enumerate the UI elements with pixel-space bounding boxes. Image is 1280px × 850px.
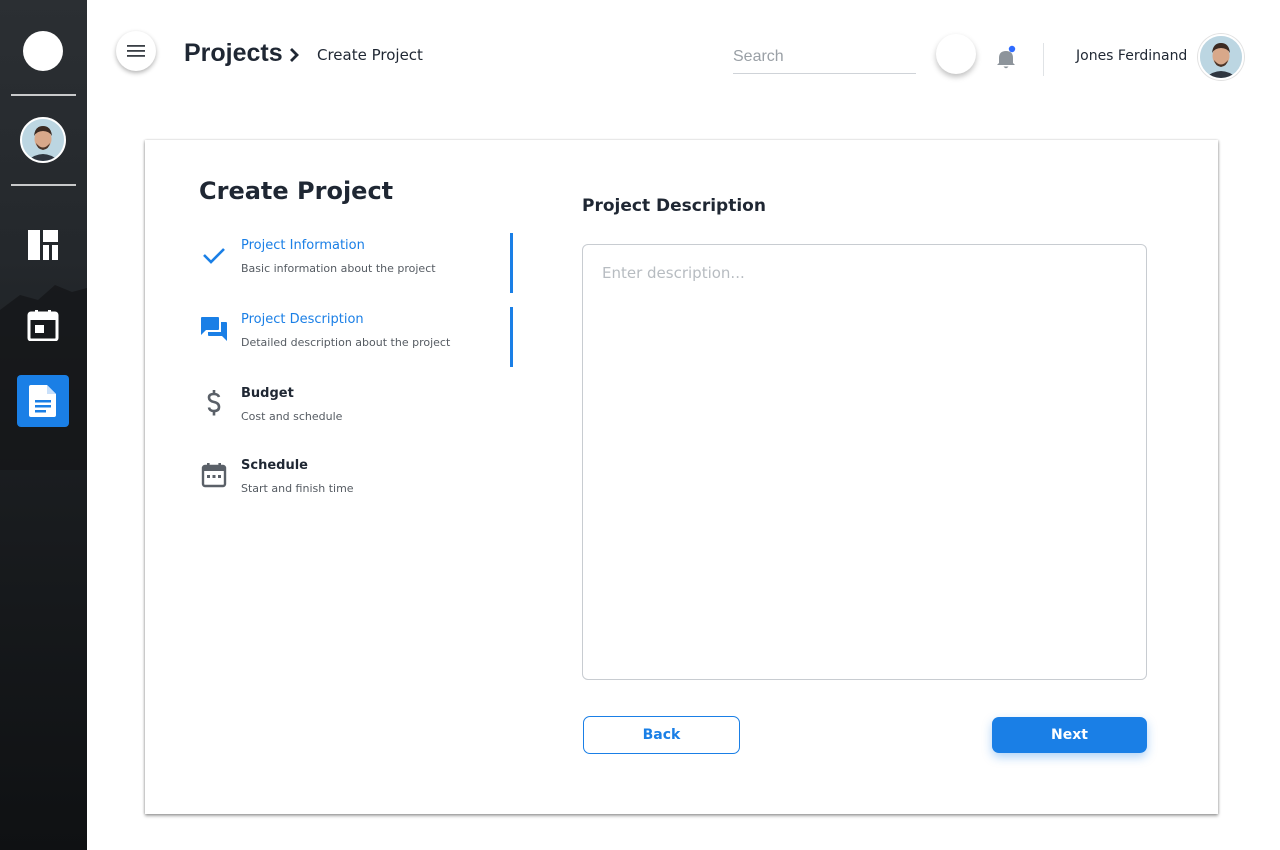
check-icon <box>199 240 229 270</box>
step-subtitle: Detailed description about the project <box>241 336 451 349</box>
step-project-information[interactable]: Project Information Basic information ab… <box>199 233 513 294</box>
chevron-right-icon <box>290 48 299 62</box>
hamburger-icon <box>127 45 145 57</box>
app-logo[interactable] <box>23 31 63 71</box>
sidebar-item-calendar[interactable] <box>17 299 69 351</box>
breadcrumb-create-project: Create Project <box>317 46 423 64</box>
step-title: Project Information <box>241 238 365 253</box>
search-input[interactable] <box>733 40 916 74</box>
sidebar-item-documents[interactable] <box>17 375 69 427</box>
step-project-description[interactable]: Project Description Detailed description… <box>199 307 513 368</box>
chat-icon <box>199 314 229 344</box>
step-title: Schedule <box>241 458 308 473</box>
dashboard-icon <box>28 230 58 260</box>
sidebar <box>0 0 87 850</box>
step-title: Budget <box>241 386 294 401</box>
next-button[interactable]: Next <box>992 717 1147 753</box>
step-indicator-bar <box>510 307 513 367</box>
header-divider <box>1043 43 1044 76</box>
document-icon <box>29 385 56 417</box>
section-title: Project Description <box>582 196 766 216</box>
step-subtitle: Start and finish time <box>241 482 354 495</box>
breadcrumb-projects[interactable]: Projects <box>184 39 283 68</box>
sidebar-divider <box>11 184 76 186</box>
calendar-icon <box>27 310 59 341</box>
step-indicator-bar <box>510 233 513 293</box>
notification-dot <box>1008 45 1016 53</box>
notification-bell-icon[interactable] <box>994 45 1018 71</box>
user-avatar[interactable] <box>1198 34 1244 80</box>
step-schedule[interactable]: Schedule Start and finish time <box>199 454 513 514</box>
round-action-button[interactable] <box>936 34 976 74</box>
user-name[interactable]: Jones Ferdinand <box>1076 48 1187 64</box>
sidebar-divider <box>11 94 76 96</box>
description-textarea[interactable] <box>582 244 1147 680</box>
menu-button[interactable] <box>116 31 156 71</box>
card-title: Create Project <box>199 177 394 205</box>
step-subtitle: Basic information about the project <box>241 262 436 275</box>
step-title: Project Description <box>241 312 364 327</box>
sidebar-avatar[interactable] <box>20 117 66 163</box>
calendar-icon <box>199 460 229 490</box>
dollar-icon <box>199 388 229 418</box>
back-button[interactable]: Back <box>583 716 740 754</box>
create-project-card: Create Project Project Information Basic… <box>145 140 1218 814</box>
sidebar-item-dashboard[interactable] <box>17 219 69 271</box>
step-budget[interactable]: Budget Cost and schedule <box>199 382 513 442</box>
step-subtitle: Cost and schedule <box>241 410 343 423</box>
